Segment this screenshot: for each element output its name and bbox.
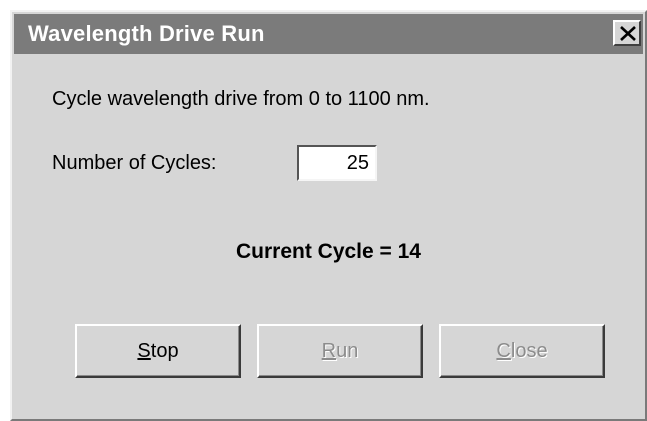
current-cycle-status: Current Cycle = 14	[235, 240, 421, 263]
number-of-cycles-label: Number of Cycles:	[52, 152, 217, 174]
close-x-icon	[620, 26, 636, 41]
run-button-label: un	[336, 340, 359, 362]
window-title: Wavelength Drive Run	[28, 21, 265, 46]
stop-button[interactable]: Stop	[75, 324, 241, 378]
close-window-button[interactable]	[613, 20, 641, 46]
run-button-mnemonic: R	[321, 340, 337, 362]
description-text: Cycle wavelength drive from 0 to 1100 nm…	[52, 88, 430, 110]
close-button-mnemonic: C	[496, 340, 511, 362]
close-button[interactable]: Close	[439, 324, 605, 378]
stop-button-mnemonic: S	[137, 340, 151, 362]
stop-button-label: top	[150, 340, 179, 362]
wavelength-drive-dialog: Wavelength Drive Run Cycle wavelength dr…	[10, 10, 647, 421]
number-of-cycles-input[interactable]	[297, 145, 377, 181]
close-button-label: lose	[510, 340, 548, 362]
title-bar[interactable]: Wavelength Drive Run	[14, 14, 643, 54]
run-button[interactable]: Run	[257, 324, 423, 378]
